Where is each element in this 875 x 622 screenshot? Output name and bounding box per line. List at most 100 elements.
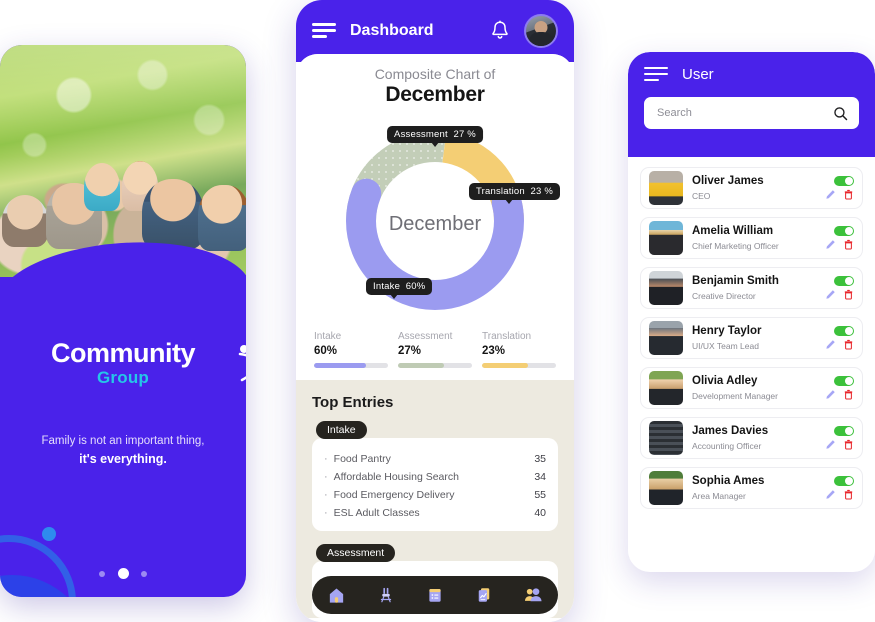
chart-legend: Intake 60% Assessment 27% Translation 23… [296,325,574,380]
hamburger-icon[interactable] [312,23,336,39]
dashboard-phone: Dashboard Composite Chart of December De… [296,0,574,622]
pencil-icon[interactable] [825,439,836,450]
nav-users-button[interactable] [520,582,546,608]
user-role: UI/UX Team Lead [692,340,759,351]
figure-boy [84,163,120,211]
trash-icon[interactable] [843,239,854,250]
user-panel-header-top: User [644,66,859,83]
nav-clipboard-button[interactable] [422,582,448,608]
table-row[interactable]: Oliver James CEO [640,167,863,209]
pencil-icon[interactable] [825,239,836,250]
bell-icon[interactable] [490,20,510,42]
nav-report-button[interactable] [471,582,497,608]
legend-item-intake: Intake 60% [314,331,388,368]
list-item[interactable]: · Food Emergency Delivery 55 [324,486,546,504]
search-icon[interactable] [833,106,848,121]
trash-icon[interactable] [843,339,854,350]
bullet-icon: · [324,470,328,483]
user-role: Development Manager [692,390,778,401]
tooltip-translation-value: 23 % [530,186,553,197]
tooltip-intake-value: 60% [405,281,426,292]
donut-chart: December Assessment 27 % Translation 23 … [296,115,574,325]
bullet-icon: · [324,488,328,501]
trash-icon[interactable] [843,389,854,400]
row-actions [825,226,854,250]
status-toggle[interactable] [834,376,854,386]
list-item[interactable]: · Affordable Housing Search 34 [324,468,546,486]
row-icon-group [825,339,854,350]
pagination-dot-2[interactable] [117,568,129,580]
brand-swoosh-icon [238,345,246,382]
trash-icon[interactable] [843,489,854,500]
user-list-card: User Oliver James CEO [628,52,875,572]
pencil-icon[interactable] [825,489,836,500]
nav-home-button[interactable] [324,582,350,608]
status-toggle[interactable] [834,226,854,236]
legend-progress [314,363,388,368]
table-row[interactable]: Henry Taylor UI/UX Team Lead [640,317,863,359]
users-icon [525,588,542,602]
user-name: Amelia William [692,225,774,238]
entries-group-chip-assessment: Assessment [316,544,396,562]
top-entries-title: Top Entries [312,394,394,411]
search-input[interactable] [655,106,833,120]
carousel-pagination[interactable] [0,565,246,583]
status-toggle[interactable] [834,276,854,286]
avatar [649,371,683,405]
nav-microscope-button[interactable] [373,582,399,608]
dashboard-body: Composite Chart of December December Ass… [296,54,574,622]
user-role: CEO [692,190,711,201]
tooltip-intake: Intake 60% [366,278,433,299]
list-item[interactable]: · Food Pantry 35 [324,450,546,468]
donut-center-label: December [388,213,482,235]
legend-label: Translation [482,331,532,342]
pencil-icon[interactable] [825,339,836,350]
user-avatar[interactable] [524,14,558,48]
trash-icon[interactable] [843,439,854,450]
status-toggle[interactable] [834,476,854,486]
pagination-dot-3[interactable] [140,570,147,577]
pagination-dot-1[interactable] [99,570,106,577]
status-toggle[interactable] [834,426,854,436]
user-role: Area Manager [692,490,746,501]
table-row[interactable]: Sophia Ames Area Manager [640,467,863,509]
table-row[interactable]: Amelia William Chief Marketing Officer [640,217,863,259]
list-item[interactable]: · ESL Adult Classes 40 [324,504,546,522]
user-panel-header: User [628,52,875,157]
trash-icon[interactable] [843,189,854,200]
row-actions [825,176,854,200]
status-toggle[interactable] [834,176,854,186]
pencil-icon[interactable] [825,189,836,200]
user-name: James Davies [692,425,769,438]
row-actions [825,426,854,450]
avatar [649,271,683,305]
entries-group-chip-intake: Intake [316,421,367,439]
legend-item-assessment: Assessment 27% [398,331,472,368]
figure-grandmother [2,195,48,247]
search-box[interactable] [644,97,859,129]
avatar [649,321,683,355]
pencil-icon[interactable] [825,289,836,300]
row-icon-group [825,239,854,250]
trash-icon[interactable] [843,289,854,300]
row-actions [825,326,854,350]
tagline-line-2: it's everything. [79,451,167,466]
figure-grandfather [46,183,102,249]
legend-progress [398,363,472,368]
table-row[interactable]: Olivia Adley Development Manager [640,367,863,409]
hamburger-icon[interactable] [644,66,668,83]
status-toggle[interactable] [834,326,854,336]
row-actions [825,476,854,500]
composite-chart-card: Composite Chart of December December Ass… [296,54,574,380]
tooltip-assessment-label: Assessment [394,129,448,140]
bullet-icon: · [324,452,328,465]
user-panel-title: User [682,66,714,83]
tooltip-intake-label: Intake [373,281,401,292]
table-row[interactable]: James Davies Accounting Officer [640,417,863,459]
avatar [649,171,683,205]
tooltip-translation-label: Translation [476,186,525,197]
pencil-icon[interactable] [825,389,836,400]
legend-label: Intake [314,331,342,342]
tagline: Family is not an important thing, it's e… [0,433,246,468]
table-row[interactable]: Benjamin Smith Creative Director [640,267,863,309]
